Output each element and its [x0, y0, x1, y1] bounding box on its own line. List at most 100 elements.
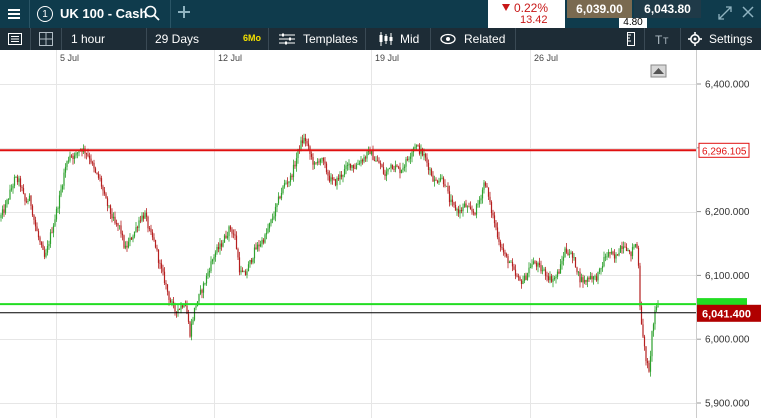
home-arrow-icon[interactable] — [650, 64, 667, 78]
candle-body — [0, 214, 2, 218]
list-button[interactable] — [0, 28, 30, 50]
candle-body — [63, 172, 65, 186]
candle-body — [499, 241, 502, 248]
candle-body — [313, 162, 316, 165]
related-button[interactable]: Related — [440, 28, 505, 50]
instrument-header: 1 UK 100 - Cash 0.22% 13.42 6,039.00 6,0… — [0, 0, 761, 28]
candle-body — [468, 206, 470, 208]
ruler-button[interactable] — [618, 28, 642, 50]
candle-body — [621, 246, 623, 249]
templates-icon — [279, 33, 295, 45]
candle-body — [243, 271, 245, 273]
text-size-button[interactable]: TT — [650, 28, 676, 50]
collapse-button[interactable] — [718, 6, 734, 22]
candle-body — [220, 243, 223, 247]
candle-body — [501, 247, 503, 249]
search-button[interactable] — [144, 5, 162, 23]
price-axis-background — [697, 50, 761, 418]
close-button[interactable] — [742, 6, 758, 22]
candle-body — [274, 206, 277, 217]
candle-body — [381, 164, 383, 168]
candle-body — [145, 212, 148, 217]
candle-body — [558, 271, 560, 274]
candle-body — [61, 185, 64, 190]
layout-button[interactable] — [31, 28, 61, 50]
settings-button[interactable]: Settings — [688, 28, 752, 50]
candle-body — [337, 178, 340, 180]
candle-body — [495, 223, 497, 228]
candle-body — [214, 252, 217, 258]
range-select[interactable]: 29 Days — [155, 28, 199, 50]
candle-body — [199, 289, 202, 294]
candle-body — [480, 198, 482, 201]
candle-body — [414, 146, 416, 149]
candle-body — [108, 205, 110, 207]
candle-body — [193, 307, 196, 320]
candle-body — [559, 264, 562, 274]
price-type-button[interactable]: Mid — [378, 28, 419, 50]
candle-body — [544, 269, 547, 276]
candle-body — [447, 185, 449, 192]
sell-price-button[interactable]: 6,039.00 — [567, 0, 632, 18]
candle-body — [138, 220, 140, 228]
candle-body — [340, 174, 343, 177]
candle-body — [408, 158, 410, 160]
candle-body — [606, 256, 608, 258]
add-chart-button[interactable] — [177, 5, 193, 21]
candle-body — [537, 263, 539, 267]
price-chart[interactable]: 5 Jul12 Jul19 Jul26 Jul 6,400.0006,300.0… — [0, 50, 761, 418]
candle-body — [112, 216, 115, 219]
hamburger-icon — [8, 9, 20, 19]
instrument-name[interactable]: UK 100 - Cash — [60, 6, 147, 21]
candle-body — [594, 276, 596, 278]
candle-body — [235, 235, 238, 249]
instrument-badge[interactable]: 1 — [37, 6, 53, 22]
text-size-icon: TT — [655, 33, 669, 46]
candle-body — [88, 155, 91, 159]
candle-body — [268, 223, 271, 229]
candle-body — [76, 152, 79, 154]
candle-body — [463, 203, 466, 207]
candle-body — [111, 213, 113, 219]
candle-body — [601, 266, 604, 269]
price-tick-label: 6,100.000 — [705, 271, 750, 282]
candle-body — [49, 232, 52, 244]
candle-body — [36, 226, 38, 232]
candle-body — [514, 269, 517, 276]
candle-body — [363, 157, 365, 162]
templates-button[interactable]: Templates — [279, 28, 358, 50]
candle-body — [208, 271, 211, 273]
candle-body — [180, 305, 182, 310]
menu-button[interactable] — [0, 0, 28, 28]
candle-body — [34, 219, 37, 227]
candle-body — [390, 164, 392, 168]
candle-body — [250, 260, 253, 263]
candle-body — [124, 245, 127, 248]
candle-body — [331, 177, 334, 180]
candle-body — [171, 301, 173, 303]
candle-body — [459, 210, 461, 214]
candle-body — [162, 268, 164, 272]
candle-body — [232, 233, 235, 235]
candle-body — [139, 220, 142, 222]
candle-body — [16, 176, 19, 183]
candle-body — [625, 247, 628, 251]
price-tick-label: 5,900.000 — [705, 399, 750, 410]
interval-select[interactable]: 1 hour — [71, 28, 105, 50]
candle-body — [39, 237, 41, 243]
candle-body — [43, 250, 46, 257]
buy-price-button[interactable]: 6,043.80 — [634, 0, 701, 18]
candle-body — [405, 159, 407, 167]
candle-body — [354, 168, 356, 169]
candle-body — [492, 213, 494, 216]
candle-body — [120, 225, 122, 234]
candle-body — [73, 155, 76, 159]
candle-body — [618, 252, 620, 256]
candle-body — [178, 309, 181, 310]
candle-body — [379, 163, 382, 165]
candle-body — [454, 204, 457, 211]
candle-body — [141, 215, 143, 221]
candle-body — [261, 239, 263, 245]
toolbar-divider — [515, 28, 516, 50]
candle-body — [231, 229, 233, 234]
